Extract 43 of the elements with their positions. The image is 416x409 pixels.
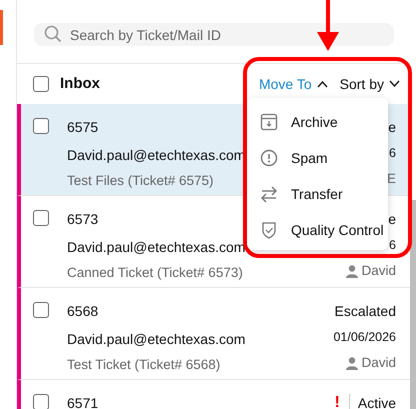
ticket-status: e [388,210,396,228]
ticket-number: 6571 [67,394,98,409]
ticket-number: 6573 [67,210,98,228]
sort-by-dropdown[interactable]: Sort by [340,74,400,94]
ticket-status: Active [358,394,396,409]
archive-box-icon [260,113,278,131]
row-checkbox[interactable] [33,302,49,318]
menu-item[interactable]: Archive [247,104,388,140]
sidebar-active-marker [0,10,3,45]
ticket-number: 6575 [67,118,98,136]
priority-mark: ! [334,394,350,409]
row-checkbox[interactable] [33,118,49,134]
ticket-date: 6 [389,145,396,162]
ticket-status: e [388,118,396,136]
ticket-date: 6 [389,237,396,254]
assignee-name: E [386,170,396,188]
ticket-subject: Canned Ticket (Ticket# 6573) [67,264,243,282]
exclamation-circle-icon [260,149,278,167]
menu-item[interactable]: Quality Control [247,212,388,248]
search-field[interactable]: Search by Ticket/Mail ID [34,23,394,46]
assignee-name: David [361,262,396,280]
inbox-title: Inbox [60,74,100,94]
menu-item[interactable]: Spam [247,140,388,176]
ticket-subject: Test Ticket (Ticket# 6568) [67,356,220,374]
sender-email: David.paul@etechtexas.com [67,146,246,164]
annotation-arrow [317,0,339,52]
chevron-up-icon [316,80,328,88]
sender-email: David.paul@etechtexas.com [67,330,246,348]
ticket-date: 01/06/2026 [333,329,396,346]
sender-email: David.paul@etechtexas.com [67,238,246,256]
move-to-dropdown[interactable]: Move To [258,74,328,94]
select-all-checkbox[interactable] [33,76,49,92]
ticket-number: 6568 [67,302,98,320]
row-checkbox[interactable] [33,394,49,409]
row-checkbox[interactable] [33,210,49,226]
shield-check-icon [260,221,278,239]
ticket-subject: Test Files (Ticket# 6575) [67,172,214,190]
assignee-name: David [361,354,396,372]
ticket-status: Escalated [334,302,396,320]
chevron-down-icon [389,80,400,88]
search-icon [44,25,62,43]
scrollbar-thumb[interactable] [410,200,416,409]
swap-arrows-icon [260,185,278,203]
